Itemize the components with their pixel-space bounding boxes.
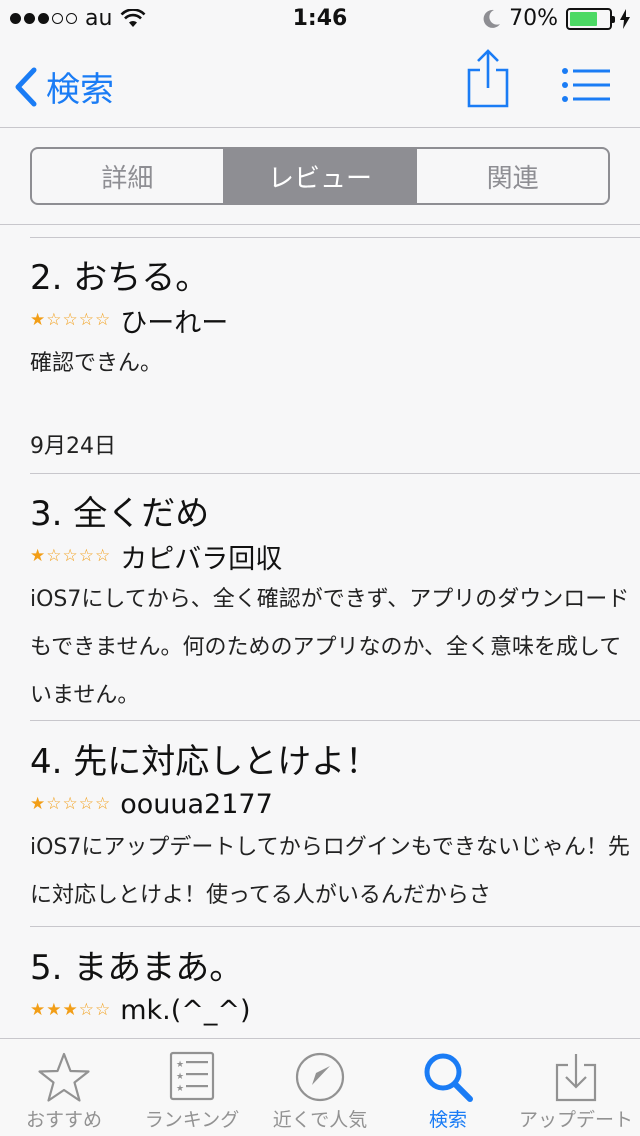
moon-icon <box>483 9 501 28</box>
separator <box>30 720 640 721</box>
share-button[interactable] <box>466 48 510 108</box>
review-meta: ★ ☆ ☆ ☆ ☆ ひーれー <box>30 300 630 340</box>
review-title: 3. 全くだめ <box>30 494 210 534</box>
charging-bolt-icon <box>620 8 630 29</box>
review-item: 2. おちる。 ★ ☆ ☆ ☆ ☆ ひーれー 確認できん。 9月24日 <box>30 256 630 460</box>
star-empty-icon: ☆ <box>78 310 94 330</box>
svg-text:★: ★ <box>176 1072 184 1082</box>
review-meta: ★ ★ ★ ☆ ☆ mk.(^_^) <box>30 990 630 1030</box>
review-title: 2. おちる。 <box>30 258 210 298</box>
compass-icon <box>295 1052 345 1102</box>
star-empty-icon: ☆ <box>95 1000 111 1020</box>
review-meta: ★ ☆ ☆ ☆ ☆ oouua2177 <box>30 784 630 824</box>
star-filled-icon: ★ <box>30 310 46 330</box>
tab-label: アップデート <box>518 1109 633 1131</box>
star-filled-icon: ★ <box>30 794 46 814</box>
star-filled-icon: ★ <box>30 1000 46 1020</box>
tab-bar: おすすめ ★ ★ ★ ランキング 近くで人気 検索 アップデート <box>0 1038 640 1136</box>
star-empty-icon: ☆ <box>46 546 62 566</box>
star-empty-icon: ☆ <box>78 546 94 566</box>
list-icon <box>562 68 610 102</box>
share-icon <box>467 49 509 108</box>
star-filled-icon: ★ <box>62 1000 78 1020</box>
star-empty-icon: ☆ <box>95 794 111 814</box>
back-button[interactable]: 検索 <box>14 62 114 111</box>
star-rating: ★ ☆ ☆ ☆ ☆ <box>30 546 110 566</box>
back-label: 検索 <box>46 70 114 110</box>
svg-text:★: ★ <box>176 1084 184 1094</box>
review-author: カピバラ回収 <box>120 543 283 575</box>
tab-ranking[interactable]: ★ ★ ★ ランキング <box>128 1039 256 1136</box>
review-body: iOS7にしてから、全く確認ができず、アプリのダウンロードもできません。何のため… <box>30 587 630 708</box>
review-meta: ★ ☆ ☆ ☆ ☆ カピバラ回収 <box>30 536 630 576</box>
segmented-control: 詳細 レビュー 関連 <box>30 147 610 205</box>
review-title: 5. まあまあ。 <box>30 948 244 988</box>
tab-label: おすすめ <box>25 1109 102 1131</box>
star-empty-icon: ☆ <box>46 794 62 814</box>
star-rating: ★ ☆ ☆ ☆ ☆ <box>30 794 110 814</box>
star-empty-icon: ☆ <box>78 794 94 814</box>
review-body: iOS7にアップデートしてからログインもできないじゃん！先に対応しとけよ！使って… <box>30 835 630 908</box>
search-icon <box>424 1053 473 1102</box>
review-item: 3. 全くだめ ★ ☆ ☆ ☆ ☆ カピバラ回収 iOS7にしてから、全く確認ができず、… <box>30 492 630 720</box>
segment-bar: 詳細 レビュー 関連 <box>0 129 640 225</box>
battery-level <box>570 11 597 26</box>
update-download-icon <box>555 1054 597 1102</box>
star-empty-icon: ☆ <box>78 1000 94 1020</box>
tab-updates[interactable]: アップデート <box>512 1039 640 1136</box>
star-empty-icon: ☆ <box>62 310 78 330</box>
tab-near-me[interactable]: 近くで人気 <box>256 1039 384 1136</box>
status-right: 70% <box>483 6 630 31</box>
tab-search[interactable]: 検索 <box>384 1039 512 1136</box>
review-author: ひーれー <box>120 307 229 339</box>
segment-reviews[interactable]: レビュー <box>224 149 418 203</box>
separator <box>30 237 640 238</box>
star-filled-icon: ★ <box>46 1000 62 1020</box>
review-title: 4. 先に対応しとけよ！ <box>30 742 380 782</box>
star-empty-icon: ☆ <box>95 546 111 566</box>
star-empty-icon: ☆ <box>46 310 62 330</box>
star-rating: ★ ★ ★ ☆ ☆ <box>30 1000 110 1020</box>
star-filled-icon: ★ <box>30 546 46 566</box>
tab-label: 近くで人気 <box>272 1109 368 1131</box>
star-empty-icon: ☆ <box>62 546 78 566</box>
review-item: 5. まあまあ。 ★ ★ ★ ☆ ☆ mk.(^_^) <box>30 946 630 1030</box>
tab-label: 検索 <box>428 1109 467 1131</box>
star-icon <box>38 1052 90 1102</box>
chevron-left-icon <box>15 67 37 106</box>
separator <box>30 473 640 474</box>
review-item: 4. 先に対応しとけよ！ ★ ☆ ☆ ☆ ☆ oouua2177 iOS7にアップデート… <box>30 740 630 920</box>
tab-label: ランキング <box>144 1109 240 1131</box>
svg-text:★: ★ <box>176 1060 184 1070</box>
list-menu-button[interactable] <box>562 68 610 102</box>
separator <box>30 926 640 927</box>
star-empty-icon: ☆ <box>95 310 111 330</box>
review-author: mk.(^_^) <box>120 994 251 1026</box>
ranking-list-icon: ★ ★ ★ <box>169 1051 215 1101</box>
segment-details[interactable]: 詳細 <box>32 149 225 203</box>
navigation-bar: 検索 <box>0 40 640 128</box>
review-date: 9月24日 <box>30 434 116 459</box>
review-body: 確認できん。 <box>30 351 163 376</box>
tab-featured[interactable]: おすすめ <box>0 1039 128 1136</box>
status-bar: au 1:46 70% <box>0 0 640 40</box>
review-list[interactable]: 2. おちる。 ★ ☆ ☆ ☆ ☆ ひーれー 確認できん。 9月24日 3. 全くだめ … <box>0 226 640 1036</box>
star-rating: ★ ☆ ☆ ☆ ☆ <box>30 310 110 330</box>
review-author: oouua2177 <box>120 788 273 820</box>
battery-percent: 70% <box>509 6 558 31</box>
battery-icon <box>566 7 615 30</box>
segment-related[interactable]: 関連 <box>417 149 608 203</box>
star-empty-icon: ☆ <box>62 794 78 814</box>
